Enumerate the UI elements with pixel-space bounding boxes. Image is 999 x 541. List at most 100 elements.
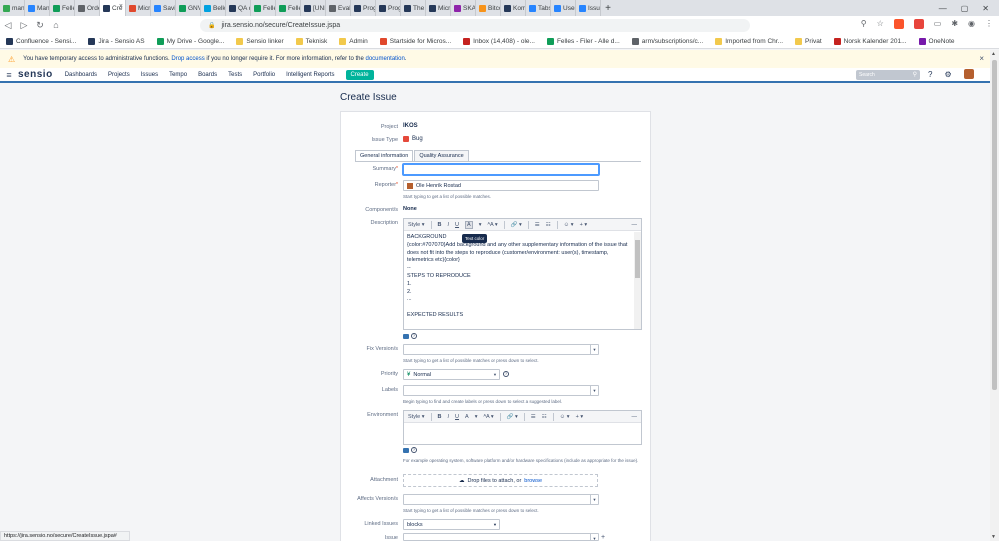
text-color-dropdown[interactable]: ▾ bbox=[475, 414, 478, 420]
help-icon[interactable]: ? bbox=[411, 333, 417, 339]
italic-button[interactable]: I bbox=[448, 414, 450, 420]
browser-tab[interactable]: Evaluz bbox=[326, 0, 351, 16]
home-icon[interactable]: ⌂ bbox=[48, 20, 64, 30]
extension-icon[interactable] bbox=[913, 19, 924, 29]
bullet-list-button[interactable]: ☰ bbox=[531, 414, 536, 420]
nav-item-projects[interactable]: Projects bbox=[108, 72, 130, 78]
emoji-button[interactable]: ☺ ▾ bbox=[560, 414, 570, 420]
collapse-toolbar-icon[interactable]: — bbox=[632, 222, 638, 228]
numbered-list-button[interactable]: ☷ bbox=[542, 414, 547, 420]
bullet-list-button[interactable]: ☰ bbox=[535, 222, 540, 228]
link-button[interactable]: 🔗 ▾ bbox=[511, 222, 522, 228]
minimize-icon[interactable]: — bbox=[939, 4, 947, 13]
reporter-input[interactable]: Ole Henrik Rostad bbox=[403, 180, 599, 191]
close-tab-icon[interactable]: × bbox=[119, 3, 123, 10]
gear-icon[interactable]: ⚙ bbox=[944, 70, 951, 79]
zoom-icon[interactable]: ⚲ bbox=[861, 19, 867, 29]
drop-access-link[interactable]: Drop access bbox=[171, 56, 204, 62]
create-button[interactable]: Create bbox=[345, 69, 374, 80]
bookmark-item[interactable]: Teknisk bbox=[295, 37, 327, 45]
chevron-down-icon[interactable]: ▼ bbox=[590, 534, 598, 541]
bookmark-item[interactable]: Jira - Sensio AS bbox=[88, 37, 145, 45]
priority-help-icon[interactable]: ? bbox=[503, 371, 509, 377]
back-icon[interactable]: ◁ bbox=[0, 20, 16, 31]
issue-input[interactable]: ▼ bbox=[403, 533, 599, 541]
search-input[interactable]: Search ⚲ bbox=[856, 70, 920, 80]
browser-tab[interactable]: QA da bbox=[226, 0, 251, 16]
maximize-icon[interactable]: ▢ bbox=[961, 4, 969, 13]
linked-select[interactable]: blocks ▼ bbox=[403, 519, 500, 530]
italic-button[interactable]: I bbox=[448, 222, 450, 228]
bookmark-item[interactable]: Imported from Chr... bbox=[715, 37, 783, 45]
nav-item-dashboards[interactable]: Dashboards bbox=[65, 72, 97, 78]
chevron-down-icon[interactable]: ▼ bbox=[590, 345, 598, 354]
browser-tab[interactable]: Kompo bbox=[501, 0, 526, 16]
browser-tab[interactable]: Progra bbox=[351, 0, 376, 16]
reload-icon[interactable]: ↻ bbox=[32, 20, 48, 31]
scroll-down-icon[interactable]: ▼ bbox=[991, 534, 996, 540]
browser-tab[interactable]: SKATT bbox=[451, 0, 476, 16]
chevron-down-icon[interactable]: ▼ bbox=[491, 370, 499, 379]
puzzle-icon[interactable]: ✱ bbox=[951, 19, 958, 29]
text-color-dropdown[interactable]: ▾ bbox=[479, 222, 482, 228]
nav-item-portfolio[interactable]: Portfolio bbox=[253, 72, 275, 78]
bold-button[interactable]: B bbox=[438, 414, 442, 420]
add-link-icon[interactable]: + bbox=[601, 534, 605, 541]
browser-tab[interactable]: Felles bbox=[50, 0, 75, 16]
nav-item-tests[interactable]: Tests bbox=[228, 72, 242, 78]
browser-tab[interactable]: Micro bbox=[426, 0, 451, 16]
description-text[interactable]: BACKGROUND {color:#707070}Add background … bbox=[404, 231, 641, 323]
summary-input[interactable] bbox=[403, 164, 599, 175]
environment-editor[interactable]: Style ▾ B I U A ▾ ᴬA ▾ 🔗 ▾ ☰ ☷ ☺ ▾ + ▾ — bbox=[403, 410, 642, 445]
bookmark-item[interactable]: Confluence - Sensi... bbox=[6, 37, 76, 45]
wiki-markup-icon[interactable] bbox=[403, 447, 409, 453]
bookmark-item[interactable]: Admin bbox=[339, 37, 368, 45]
menu-dots-icon[interactable]: ⋮ bbox=[985, 19, 993, 29]
close-window-icon[interactable]: ✕ bbox=[982, 4, 989, 13]
documentation-link[interactable]: documentation bbox=[365, 56, 404, 62]
browser-tab[interactable]: Bitcoin bbox=[476, 0, 501, 16]
description-scrollbar[interactable] bbox=[634, 232, 641, 329]
avatar[interactable] bbox=[963, 69, 974, 79]
numbered-list-button[interactable]: ☷ bbox=[546, 222, 551, 228]
url-input[interactable]: 🔒 jira.sensio.no/secure/CreateIssue.jspa bbox=[200, 19, 750, 32]
font-size-button[interactable]: ᴬA ▾ bbox=[483, 414, 493, 420]
bookmark-item[interactable]: OneNote bbox=[918, 37, 955, 45]
browser-tab[interactable]: Order bbox=[75, 0, 100, 16]
bookmark-item[interactable]: Privat bbox=[795, 37, 822, 45]
bookmark-item[interactable]: Inbox (14,408) - ole... bbox=[463, 37, 535, 45]
style-dropdown[interactable]: Style ▾ bbox=[408, 414, 425, 420]
close-icon[interactable]: × bbox=[979, 54, 984, 63]
brave-extension-icon[interactable] bbox=[893, 19, 904, 29]
browser-tab[interactable]: Issue N bbox=[576, 0, 601, 16]
nav-item-issues[interactable]: Issues bbox=[141, 72, 158, 78]
bookmark-item[interactable]: Felles - Filer - Alle d... bbox=[546, 37, 620, 45]
scrollbar-thumb[interactable] bbox=[992, 60, 997, 390]
collapse-toolbar-icon[interactable]: — bbox=[632, 414, 638, 420]
browse-link[interactable]: browse bbox=[524, 478, 542, 484]
browser-tab[interactable]: User F bbox=[551, 0, 576, 16]
browser-tab[interactable]: Manag bbox=[25, 0, 50, 16]
bookmark-item[interactable]: Norsk Kalender 201... bbox=[833, 37, 907, 45]
profile-icon[interactable]: ◉ bbox=[968, 19, 975, 29]
bookmark-star-icon[interactable]: ☆ bbox=[877, 19, 884, 29]
bookmark-item[interactable]: arm/subscriptions/c... bbox=[631, 37, 703, 45]
insert-more-button[interactable]: + ▾ bbox=[576, 414, 584, 420]
browser-tab[interactable]: Progra bbox=[376, 0, 401, 16]
browser-tab[interactable]: Micro bbox=[126, 0, 151, 16]
browser-tab[interactable]: Tabs D bbox=[526, 0, 551, 16]
help-icon[interactable]: ? bbox=[928, 70, 932, 79]
browser-tab[interactable]: Felles bbox=[276, 0, 301, 16]
bold-button[interactable]: B bbox=[438, 222, 442, 228]
affects-input[interactable]: ▼ bbox=[403, 494, 599, 505]
sensio-logo[interactable]: sensio bbox=[18, 69, 53, 80]
underline-button[interactable]: U bbox=[455, 414, 459, 420]
browser-tab[interactable]: GNVP bbox=[176, 0, 201, 16]
bookmark-item[interactable]: My Drive - Google... bbox=[156, 37, 224, 45]
browser-tab[interactable]: Belkin bbox=[201, 0, 226, 16]
chevron-down-icon[interactable]: ▼ bbox=[590, 495, 598, 504]
insert-more-button[interactable]: + ▾ bbox=[580, 222, 588, 228]
nav-item-tempo[interactable]: Tempo bbox=[169, 72, 187, 78]
priority-select[interactable]: ¥ Normal ▼ bbox=[403, 369, 500, 380]
nav-item-boards[interactable]: Boards bbox=[198, 72, 217, 78]
